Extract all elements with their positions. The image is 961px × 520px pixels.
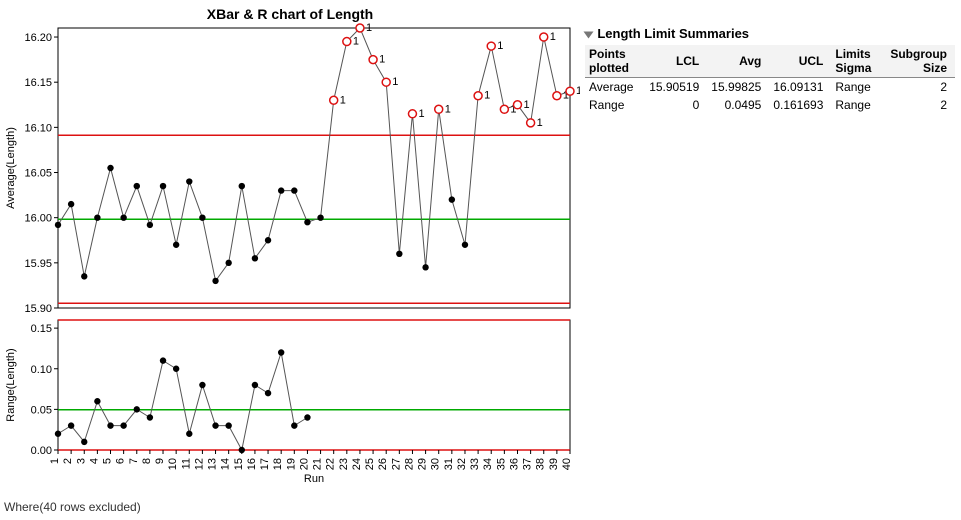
svg-text:1: 1: [537, 117, 543, 129]
svg-text:10: 10: [167, 458, 179, 470]
svg-text:Range(Length): Range(Length): [5, 348, 17, 421]
svg-text:25: 25: [364, 458, 376, 470]
svg-text:1: 1: [550, 31, 556, 43]
svg-text:0.05: 0.05: [31, 404, 52, 416]
svg-text:38: 38: [535, 458, 547, 470]
svg-text:7: 7: [128, 458, 140, 464]
svg-text:27: 27: [390, 458, 402, 470]
svg-text:14: 14: [220, 458, 232, 470]
chart-svg: 15.9015.9516.0016.0516.1016.1516.2011111…: [0, 18, 580, 508]
table-header-row: Points plotted LCL Avg UCL Limits Sigma …: [585, 45, 955, 78]
svg-text:6: 6: [115, 458, 127, 464]
svg-text:33: 33: [469, 458, 481, 470]
svg-text:24: 24: [351, 458, 363, 470]
svg-text:40: 40: [561, 458, 573, 470]
col-points-plotted: Points plotted: [585, 45, 645, 78]
table-row: Average 15.90519 15.99825 16.09131 Range…: [585, 78, 955, 97]
svg-text:Average(Length): Average(Length): [5, 127, 17, 209]
svg-text:1: 1: [340, 94, 346, 106]
table-row: Range 0 0.0495 0.161693 Range 2: [585, 96, 955, 114]
svg-text:16: 16: [246, 458, 258, 470]
svg-text:1: 1: [523, 99, 529, 111]
svg-text:12: 12: [193, 458, 205, 470]
svg-text:36: 36: [508, 458, 520, 470]
svg-text:11: 11: [180, 458, 192, 469]
svg-text:4: 4: [88, 458, 100, 464]
svg-text:1: 1: [445, 103, 451, 115]
svg-text:29: 29: [417, 458, 429, 470]
control-chart-panel: XBar & R chart of Length 15.9015.9516.00…: [0, 0, 580, 520]
svg-text:15.95: 15.95: [24, 258, 52, 270]
svg-text:0.00: 0.00: [31, 445, 52, 457]
disclosure-triangle-icon[interactable]: [584, 31, 594, 38]
svg-text:8: 8: [141, 458, 153, 464]
svg-text:28: 28: [403, 458, 415, 470]
svg-text:1: 1: [418, 108, 424, 120]
svg-text:31: 31: [443, 458, 455, 470]
limit-summaries-table: Points plotted LCL Avg UCL Limits Sigma …: [585, 45, 955, 114]
col-subgroup-size: Subgroup Size: [883, 45, 955, 78]
svg-text:1: 1: [576, 85, 580, 97]
where-footer: Where(40 rows excluded): [4, 500, 141, 514]
svg-text:15.90: 15.90: [24, 303, 52, 315]
svg-text:37: 37: [522, 458, 534, 470]
svg-text:39: 39: [548, 458, 560, 470]
svg-text:5: 5: [102, 458, 114, 464]
svg-text:35: 35: [495, 458, 507, 470]
svg-text:15: 15: [233, 458, 245, 470]
col-avg: Avg: [707, 45, 769, 78]
svg-text:16.10: 16.10: [24, 122, 52, 134]
svg-text:19: 19: [285, 458, 297, 470]
root: XBar & R chart of Length 15.9015.9516.00…: [0, 0, 961, 520]
col-limits-sigma: Limits Sigma: [831, 45, 883, 78]
svg-text:9: 9: [154, 458, 166, 464]
svg-text:1: 1: [353, 36, 359, 48]
limit-summaries-header-row[interactable]: Length Limit Summaries: [585, 26, 955, 41]
svg-text:17: 17: [259, 458, 271, 470]
svg-text:20: 20: [298, 458, 310, 470]
svg-text:34: 34: [482, 458, 494, 470]
svg-text:26: 26: [377, 458, 389, 470]
svg-text:1: 1: [497, 40, 503, 52]
limit-summaries-header: Length Limit Summaries: [597, 26, 749, 41]
limit-summaries-panel: Length Limit Summaries Points plotted LC…: [585, 26, 955, 114]
svg-text:16.05: 16.05: [24, 168, 52, 180]
svg-text:1: 1: [392, 76, 398, 88]
svg-text:16.20: 16.20: [24, 32, 52, 44]
svg-text:0.15: 0.15: [31, 323, 52, 335]
svg-text:2: 2: [62, 458, 74, 464]
svg-text:1: 1: [49, 458, 61, 464]
svg-text:18: 18: [272, 458, 284, 470]
svg-text:30: 30: [430, 458, 442, 470]
svg-text:16.00: 16.00: [24, 213, 52, 225]
col-lcl: LCL: [645, 45, 707, 78]
svg-text:32: 32: [456, 458, 468, 470]
svg-text:0.10: 0.10: [31, 364, 52, 376]
svg-text:1: 1: [366, 22, 372, 34]
svg-text:1: 1: [379, 54, 385, 66]
col-ucl: UCL: [769, 45, 831, 78]
svg-text:3: 3: [75, 458, 87, 464]
svg-text:21: 21: [312, 458, 324, 470]
svg-text:13: 13: [207, 458, 219, 470]
svg-text:1: 1: [484, 90, 490, 102]
svg-text:16.15: 16.15: [24, 77, 52, 89]
svg-text:22: 22: [325, 458, 337, 470]
svg-text:23: 23: [338, 458, 350, 470]
svg-text:Run: Run: [304, 473, 324, 485]
